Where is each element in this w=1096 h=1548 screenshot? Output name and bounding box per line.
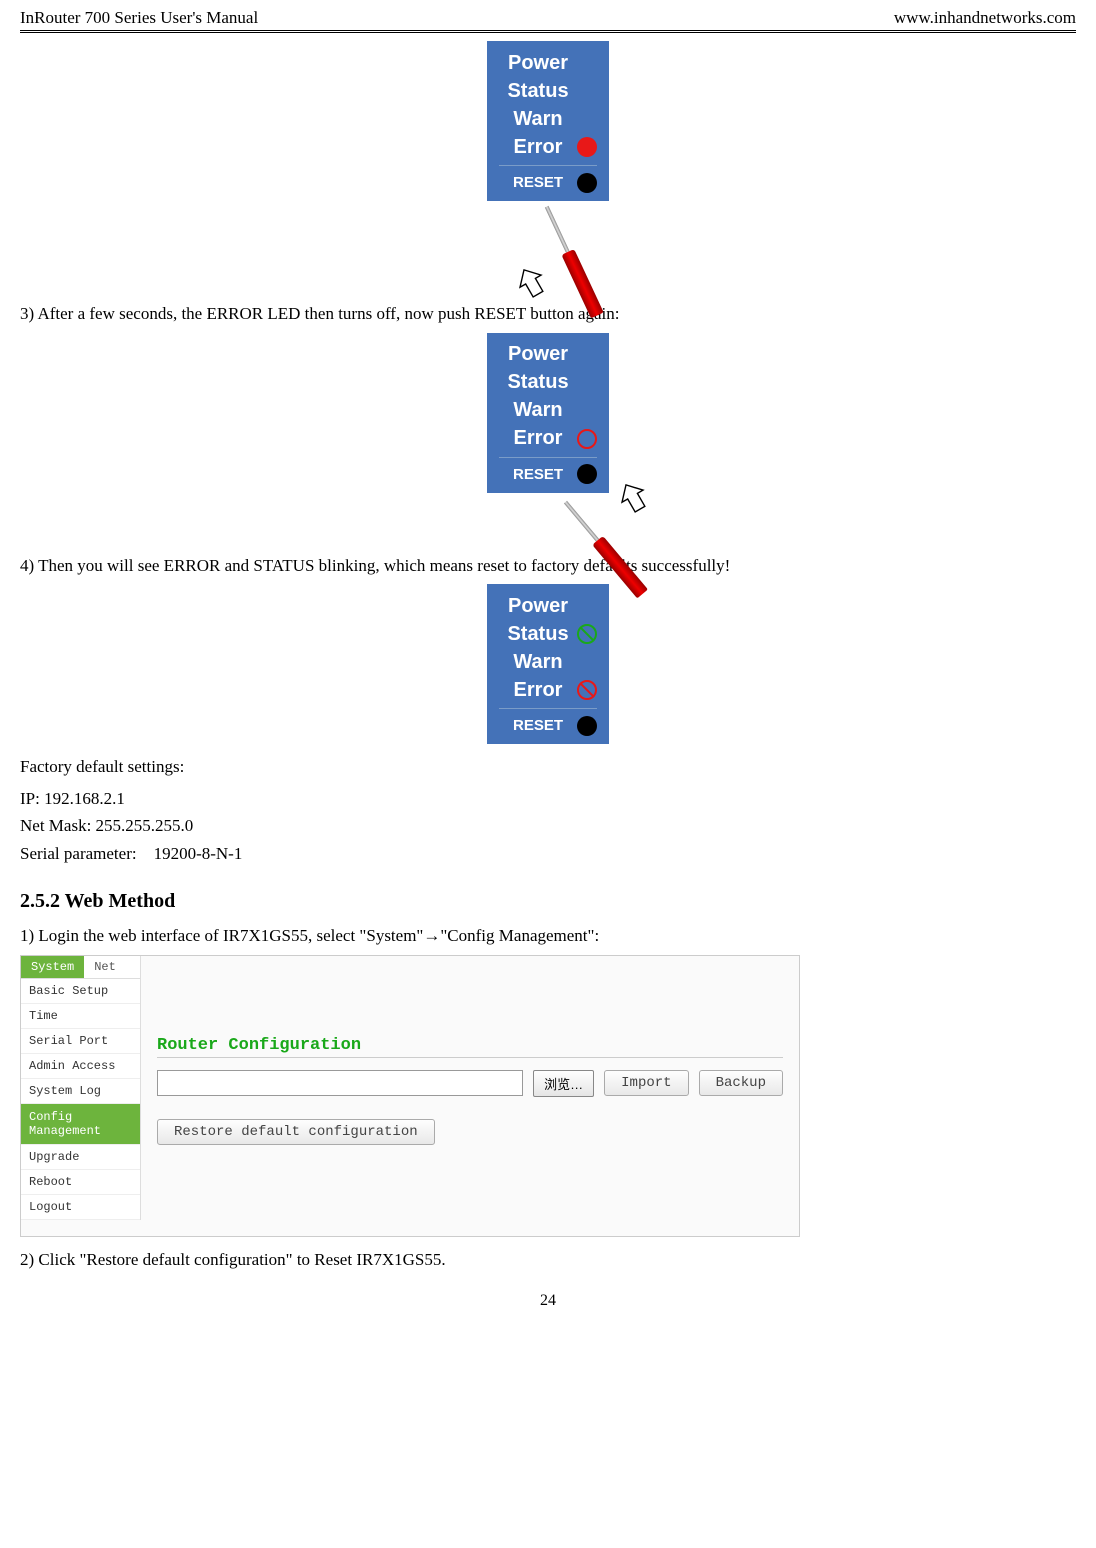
error-led-blink-icon [577, 680, 597, 700]
led-label-status: Status [499, 80, 577, 103]
router-led-panel: Power Status Warn Error RESET [487, 584, 609, 744]
led-label-status: Status [499, 623, 577, 646]
browse-button[interactable]: 浏览… [533, 1070, 594, 1097]
reset-button-icon [577, 464, 597, 484]
router-led-panel: Power Status Warn Error RESET [487, 333, 609, 493]
factory-settings-heading: Factory default settings: [20, 754, 1076, 780]
error-led-off-icon [577, 429, 597, 449]
section-heading: 2.5.2 Web Method [20, 890, 1076, 913]
sidebar-item-admin-access[interactable]: Admin Access [21, 1054, 140, 1079]
web-interface-screenshot: SystemNet Basic Setup Time Serial Port A… [20, 955, 800, 1237]
sidebar-item-system-log[interactable]: System Log [21, 1079, 140, 1104]
led-label-status: Status [499, 371, 577, 394]
import-button[interactable]: Import [604, 1070, 688, 1096]
led-label-error: Error [499, 136, 577, 159]
tab-net[interactable]: Net [84, 956, 126, 978]
manual-title: InRouter 700 Series User's Manual [20, 8, 258, 28]
tab-system[interactable]: System [21, 956, 84, 978]
sidebar-item-logout[interactable]: Logout [21, 1195, 140, 1220]
file-path-input[interactable] [157, 1070, 523, 1096]
sidebar-item-upgrade[interactable]: Upgrade [21, 1145, 140, 1170]
led-label-warn: Warn [499, 108, 577, 131]
arrow-up-left-icon [517, 266, 545, 298]
sidebar-item-time[interactable]: Time [21, 1004, 140, 1029]
led-label-error: Error [499, 679, 577, 702]
status-led-blink-icon [577, 624, 597, 644]
step-4-text: 4) Then you will see ERROR and STATUS bl… [20, 553, 1076, 579]
led-label-warn: Warn [499, 651, 577, 674]
error-led-on-icon [577, 137, 597, 157]
web-main-panel: Router Configuration 浏览… Import Backup R… [141, 956, 799, 1236]
reset-button-icon [577, 716, 597, 736]
router-panel-image-2: Power Status Warn Error RESET [20, 333, 1076, 493]
led-label-power: Power [499, 343, 577, 366]
router-panel-image-1: Power Status Warn Error RESET [20, 41, 1076, 201]
router-panel-image-3: Power Status Warn Error RESET [20, 584, 1076, 744]
restore-default-button[interactable]: Restore default configuration [157, 1119, 435, 1145]
restore-step-text: 2) Click "Restore default configuration"… [20, 1247, 1076, 1273]
led-label-power: Power [499, 595, 577, 618]
web-sidebar: SystemNet Basic Setup Time Serial Port A… [21, 956, 141, 1221]
router-configuration-title: Router Configuration [157, 1036, 783, 1058]
sidebar-item-serial-port[interactable]: Serial Port [21, 1029, 140, 1054]
factory-serial: Serial parameter: 19200-8-N-1 [20, 841, 1076, 867]
header-divider [20, 30, 1076, 33]
sidebar-item-reboot[interactable]: Reboot [21, 1170, 140, 1195]
reset-label: RESET [499, 717, 577, 734]
sidebar-item-config-management[interactable]: Config Management [21, 1104, 140, 1146]
step-3-text: 3) After a few seconds, the ERROR LED th… [20, 301, 1076, 327]
sidebar-item-label: Config Management [29, 1110, 101, 1138]
reset-label: RESET [499, 174, 577, 191]
led-label-power: Power [499, 52, 577, 75]
page-header: InRouter 700 Series User's Manual www.in… [20, 0, 1076, 30]
router-led-panel: Power Status Warn Error RESET [487, 41, 609, 201]
led-label-error: Error [499, 427, 577, 450]
reset-button-icon [577, 173, 597, 193]
backup-button[interactable]: Backup [699, 1070, 783, 1096]
website-url: www.inhandnetworks.com [894, 8, 1076, 28]
reset-label: RESET [499, 466, 577, 483]
page-number: 24 [20, 1292, 1076, 1330]
led-label-warn: Warn [499, 399, 577, 422]
arrow-up-icon [619, 481, 647, 513]
factory-ip: IP: 192.168.2.1 [20, 786, 1076, 812]
sidebar-item-basic-setup[interactable]: Basic Setup [21, 979, 140, 1004]
factory-netmask: Net Mask: 255.255.255.0 [20, 813, 1076, 839]
login-step-text: 1) Login the web interface of IR7X1GS55,… [20, 923, 1076, 949]
config-import-row: 浏览… Import Backup [157, 1070, 783, 1097]
